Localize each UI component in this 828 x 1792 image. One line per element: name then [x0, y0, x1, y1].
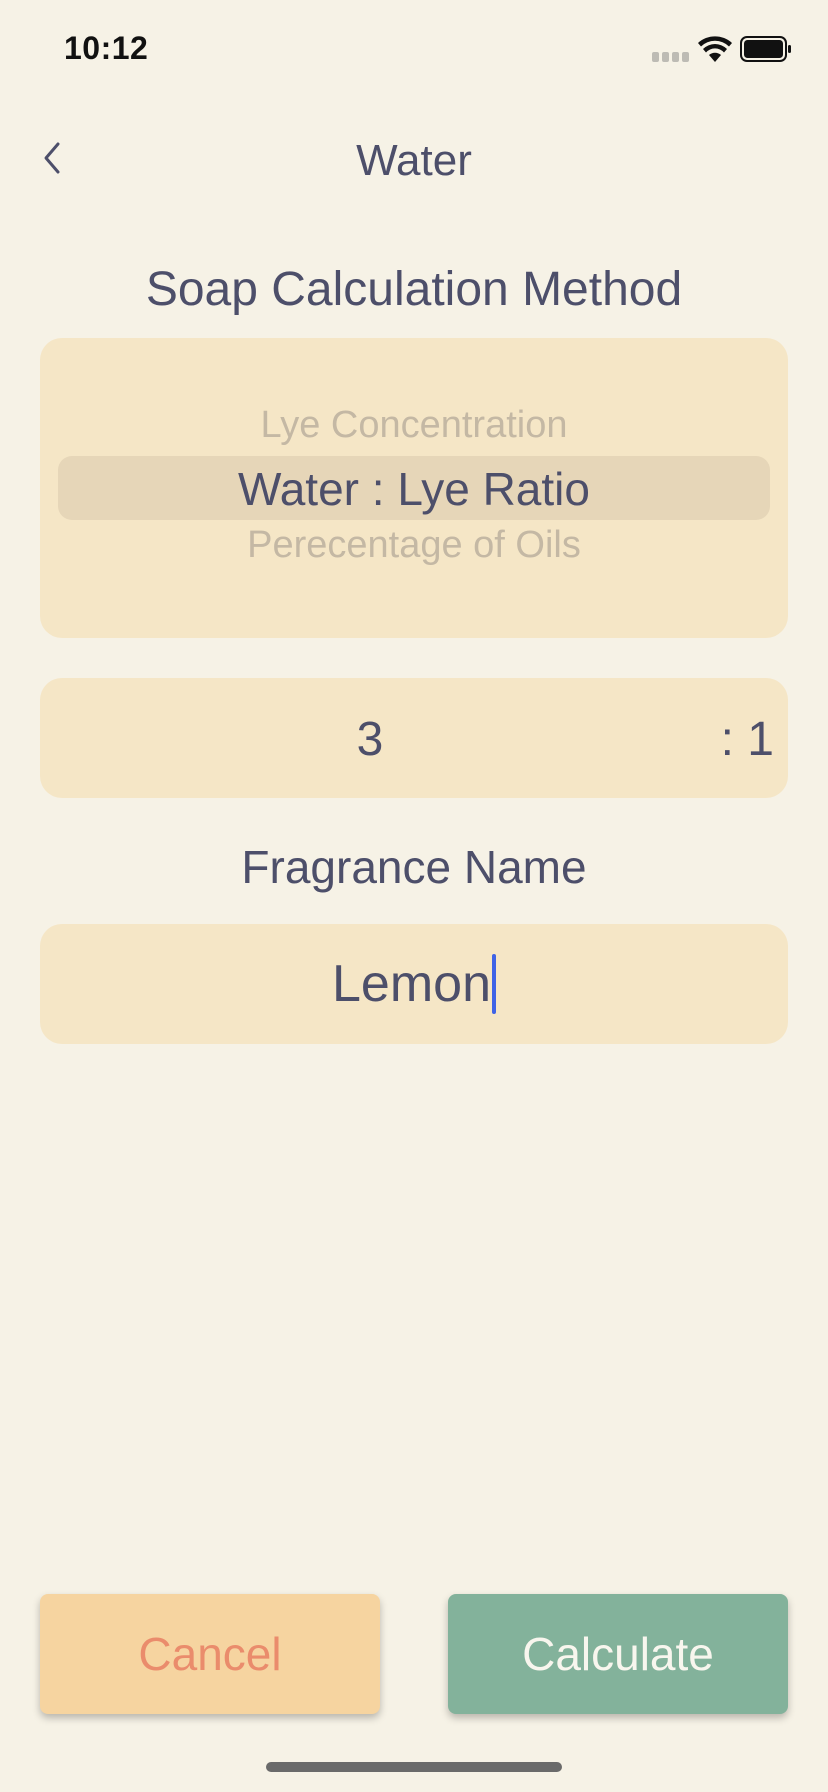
- status-time: 10:12: [64, 30, 149, 66]
- ratio-suffix: : 1: [720, 713, 774, 766]
- calculation-method-picker[interactable]: Lye Concentration Water : Lye Ratio Pere…: [40, 338, 788, 638]
- ratio-field[interactable]: 3 : 1: [40, 678, 788, 798]
- fragrance-heading: Fragrance Name: [241, 841, 587, 893]
- fragrance-name-value: Lemon: [332, 955, 491, 1013]
- cancel-button[interactable]: Cancel: [40, 1594, 380, 1714]
- wifi-icon: [698, 36, 732, 62]
- method-heading: Soap Calculation Method: [145, 263, 683, 316]
- picker-option-percentage-of-oils[interactable]: Perecentage of Oils: [40, 524, 788, 567]
- status-bar: 10:12: [0, 0, 828, 100]
- text-cursor: [492, 954, 496, 1014]
- ratio-value-input[interactable]: 3: [40, 712, 700, 767]
- page-title: Water: [356, 136, 472, 185]
- calculate-button[interactable]: Calculate: [448, 1594, 788, 1714]
- fragrance-name-input[interactable]: Lemon: [40, 924, 788, 1044]
- picker-option-lye-concentration[interactable]: Lye Concentration: [40, 404, 788, 447]
- picker-option-water-lye-ratio[interactable]: Water : Lye Ratio: [40, 462, 788, 516]
- cellular-signal-icon: [652, 52, 690, 62]
- home-indicator[interactable]: [266, 1762, 562, 1772]
- battery-icon: [740, 36, 791, 62]
- screen: 10:12 Water Soap Calculation Method Lye …: [0, 0, 828, 1792]
